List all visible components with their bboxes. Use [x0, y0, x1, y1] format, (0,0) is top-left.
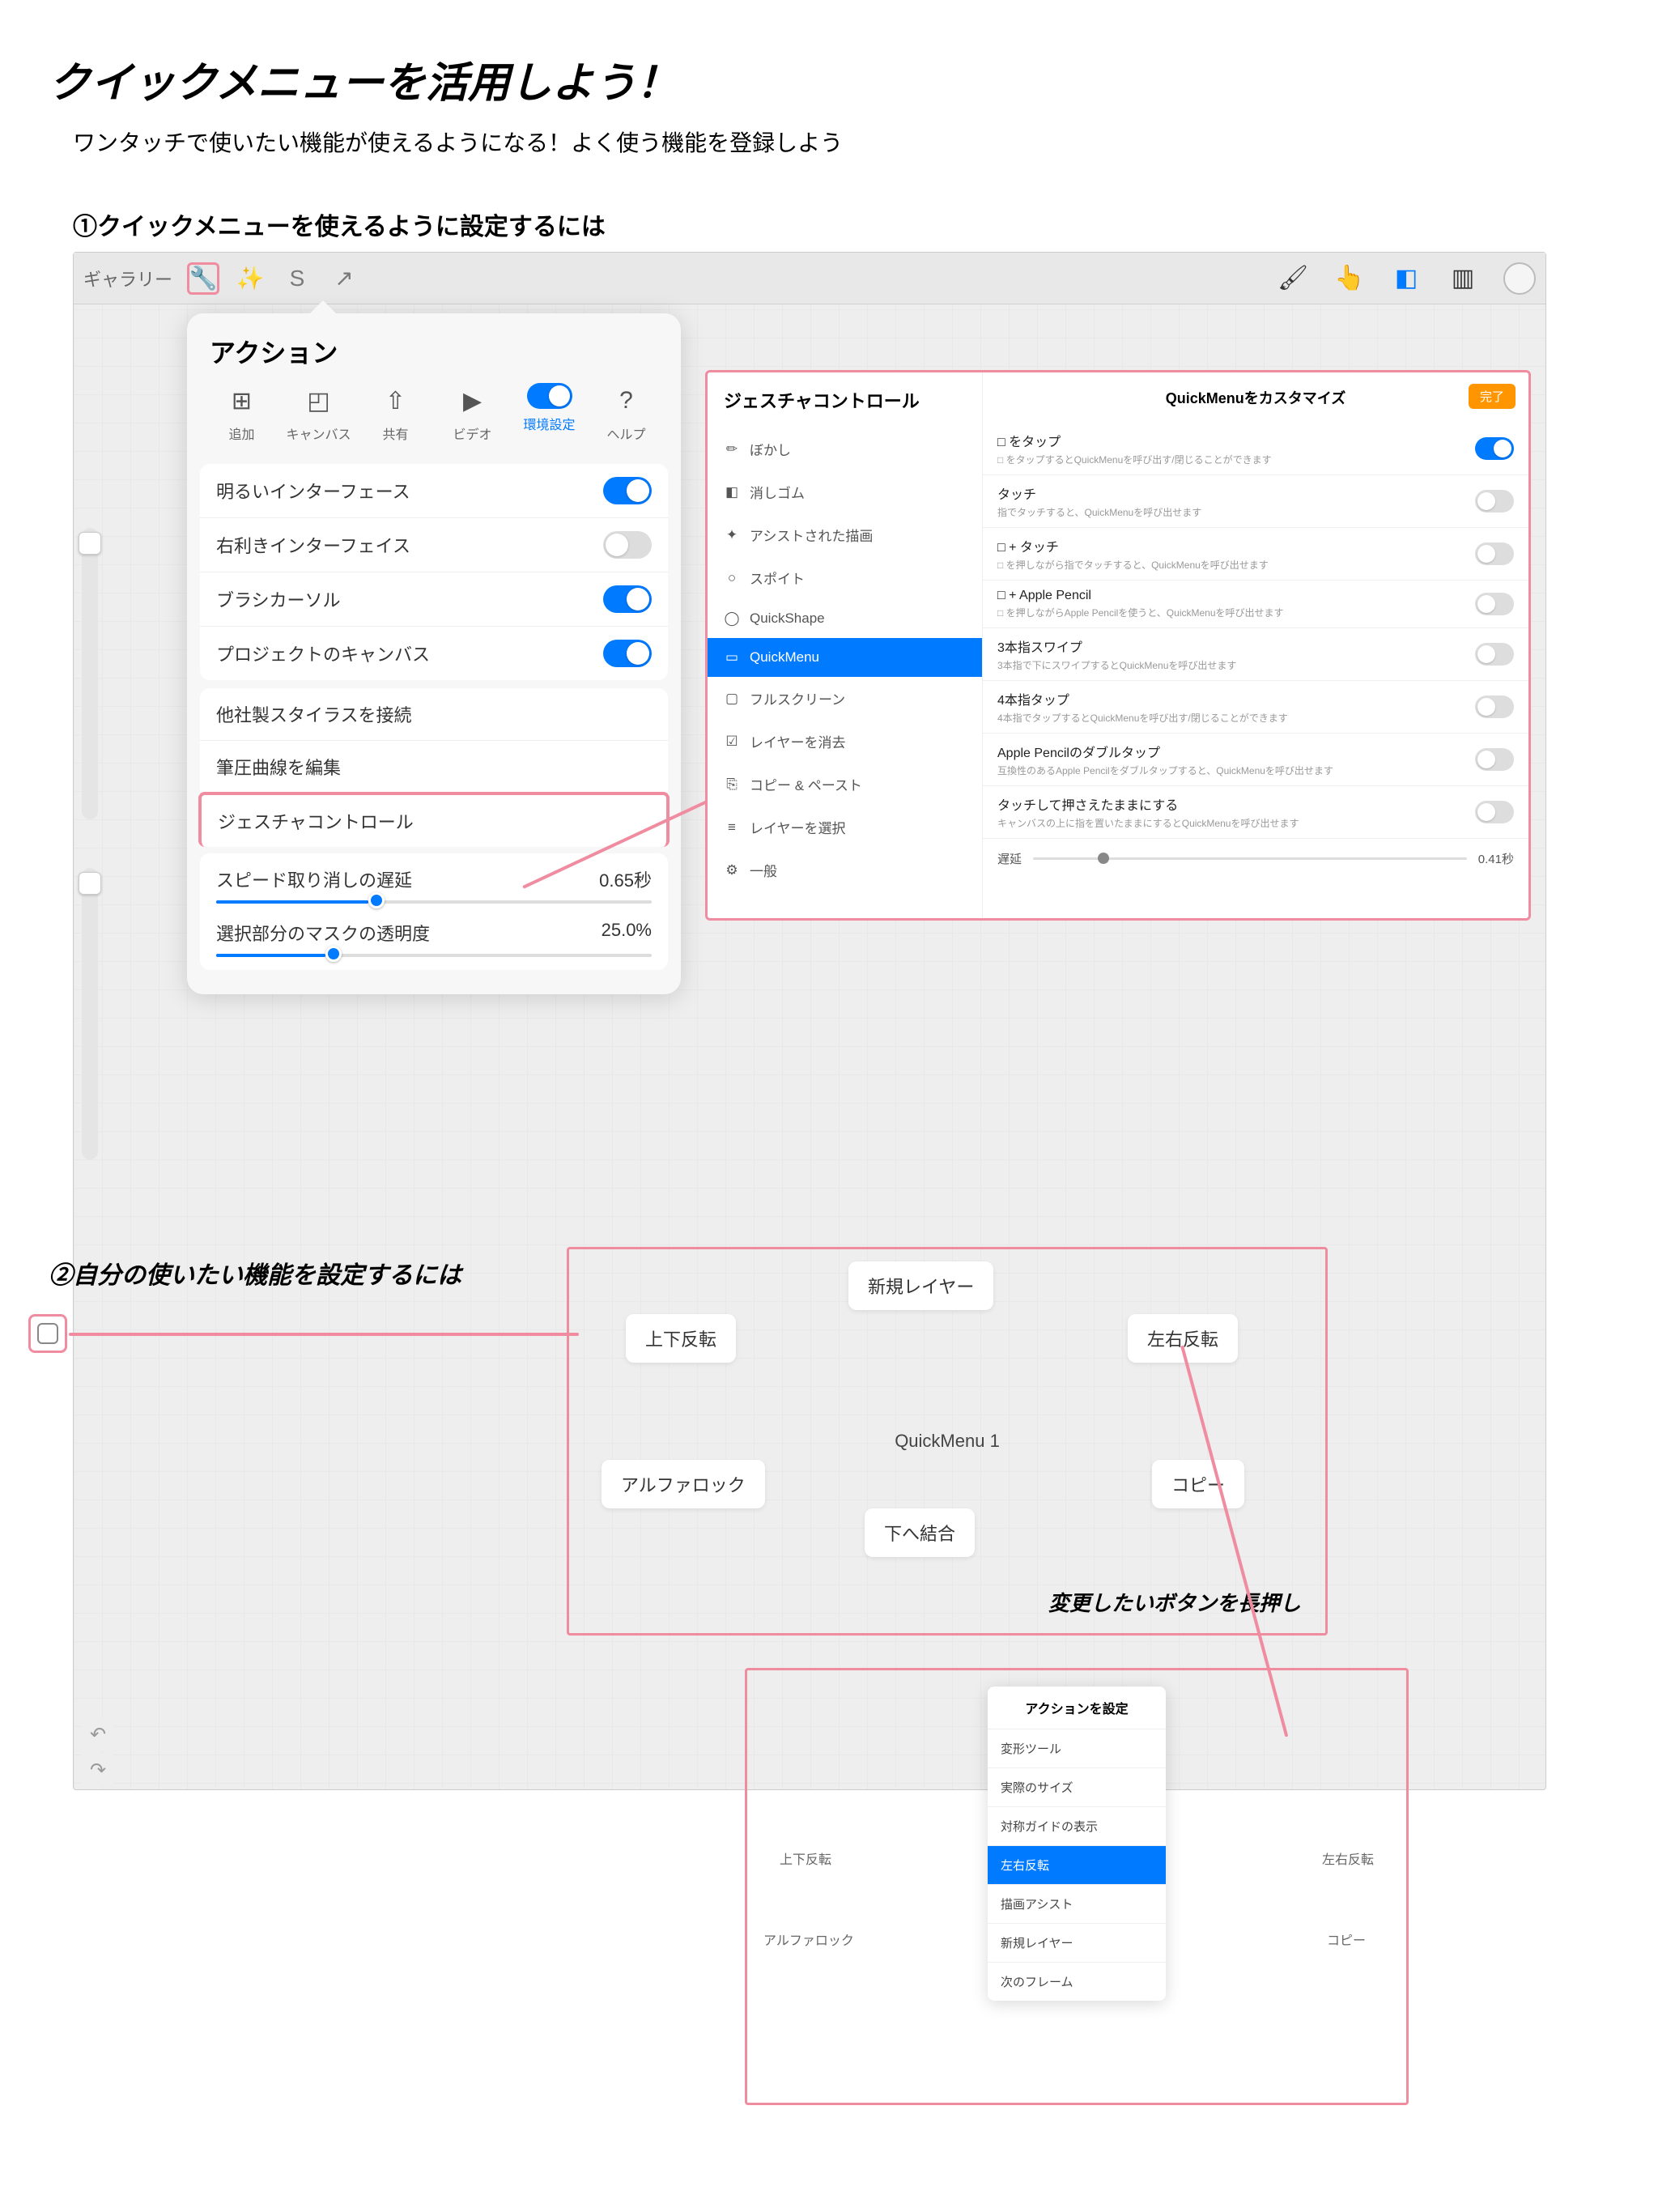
al-newlayer[interactable]: 新規レイヤー — [988, 1923, 1166, 1962]
aa-flipv: 上下反転 — [780, 1848, 831, 1868]
gp-quickshape[interactable]: ◯QuickShape — [708, 599, 982, 638]
gallery-button[interactable]: ギャラリー — [83, 266, 172, 291]
redo-icon[interactable]: ↷ — [82, 1754, 114, 1786]
gp-row-touch: タッチ指でタッチすると、QuickMenuを呼び出せます — [983, 475, 1528, 528]
al-transform[interactable]: 変形ツール — [988, 1729, 1166, 1767]
gp-general[interactable]: ⚙一般 — [708, 849, 982, 891]
actions-popover: アクション ⊞追加 ◰キャンバス ⇧共有 ▶ビデオ 環境設定 ?ヘルプ 明るいイ… — [187, 313, 681, 994]
gp-fullscreen[interactable]: ▢フルスクリーン — [708, 677, 982, 720]
toggle-tap4[interactable] — [1475, 696, 1514, 718]
gp-row-sqtouch: □ + タッチ□ を押しながら指でタッチすると、QuickMenuを呼び出せます — [983, 528, 1528, 581]
color-picker[interactable] — [1503, 262, 1536, 295]
tab-canvas[interactable]: ◰キャンバス — [287, 383, 351, 443]
undo-icon[interactable]: ↶ — [82, 1718, 114, 1750]
qm-flipv[interactable]: 上下反転 — [626, 1314, 736, 1363]
gp-quickmenu[interactable]: ▭QuickMenu — [708, 638, 982, 677]
page-subtitle: ワンタッチで使いたい機能が使えるようになる！よく使う機能を登録しよう — [73, 125, 1609, 158]
gp-row-hold: タッチして押さえたままにするキャンバスの上に指を置いたままにするとQuickMe… — [983, 786, 1528, 839]
tab-prefs[interactable]: 環境設定 — [517, 383, 582, 443]
tab-video[interactable]: ▶ビデオ — [440, 383, 505, 443]
al-title: アクションを設定 — [988, 1687, 1166, 1729]
gp-right-title: QuickMenuをカスタマイズ — [1166, 387, 1346, 408]
popover-title: アクション — [187, 313, 681, 383]
section2-label: ②自分の使いたい機能を設定するには — [49, 1255, 461, 1291]
gp-title: ジェスチャコントロール — [708, 372, 982, 428]
done-button[interactable]: 完了 — [1469, 384, 1516, 409]
topbar: ギャラリー 🔧 ✨ S ↗ 🖌 👆 ◧ ▥ — [74, 253, 1545, 304]
row-pressure[interactable]: 筆圧曲線を編集 — [200, 741, 668, 793]
al-assist[interactable]: 描画アシスト — [988, 1884, 1166, 1923]
eraser-icon[interactable]: ◧ — [1390, 262, 1422, 295]
square-button[interactable] — [28, 1314, 67, 1353]
aa-alpha: アルファロック — [763, 1929, 854, 1949]
cursor-icon[interactable]: ↗ — [328, 262, 360, 295]
row-brush: ブラシカーソル — [200, 572, 668, 627]
toggle-dtap[interactable] — [1475, 748, 1514, 771]
toggle-hold[interactable] — [1475, 801, 1514, 823]
gp-row-dtap: Apple Pencilのダブルタップ互換性のあるApple Pencilをダブ… — [983, 734, 1528, 786]
gp-eyedrop[interactable]: ○スポイト — [708, 556, 982, 599]
section1-label: ①クイックメニューを使えるように設定するには — [73, 206, 1609, 242]
toggle-sqtouch[interactable] — [1475, 542, 1514, 565]
qm-name: QuickMenu 1 — [895, 1431, 1000, 1452]
quickmenu-area: QuickMenu 1 上下反転 新規レイヤー 左右反転 アルファロック 下へ結… — [567, 1247, 1328, 1636]
qm-newlayer[interactable]: 新規レイヤー — [848, 1261, 993, 1310]
wrench-icon[interactable]: 🔧 — [187, 262, 219, 295]
row-gesture[interactable]: ジェスチャコントロール — [198, 792, 670, 847]
slider-mask[interactable]: 選択部分のマスクの透明度25.0% — [216, 920, 652, 957]
toggle-touch[interactable] — [1475, 490, 1514, 513]
action-list: アクションを設定 変形ツール 実際のサイズ 対称ガイドの表示 左右反転 描画アシ… — [988, 1687, 1166, 2001]
action-area: 上下反転 左右反転 アルファロック コピー アクションを設定 変形ツール 実際の… — [745, 1668, 1409, 2105]
brush-icon[interactable]: 🖌 — [1277, 262, 1309, 295]
row-light: 明るいインターフェース — [200, 464, 668, 518]
toggle-swipe3[interactable] — [1475, 643, 1514, 666]
tab-help[interactable]: ?ヘルプ — [594, 383, 659, 443]
wand-icon[interactable]: ✨ — [234, 262, 266, 295]
gp-copy[interactable]: ⎘コピー & ペースト — [708, 763, 982, 806]
gp-blur[interactable]: ✏ぼかし — [708, 428, 982, 470]
tab-share[interactable]: ⇧共有 — [363, 383, 428, 443]
row-project: プロジェクトのキャンバス — [200, 627, 668, 680]
aa-fliph: 左右反転 — [1322, 1848, 1374, 1868]
qm-copy[interactable]: コピー — [1152, 1460, 1244, 1508]
al-next[interactable]: 次のフレーム — [988, 1962, 1166, 2001]
arrow-line-2 — [69, 1333, 579, 1336]
gp-row-swipe3: 3本指スワイプ3本指で下にスワイプするとQuickMenuを呼び出せます — [983, 628, 1528, 681]
brush-size-slider[interactable] — [82, 528, 98, 819]
qm-merge[interactable]: 下へ結合 — [865, 1508, 975, 1557]
al-guide[interactable]: 対称ガイドの表示 — [988, 1806, 1166, 1845]
toggle-brush[interactable] — [603, 585, 652, 613]
smudge-icon[interactable]: 👆 — [1333, 262, 1366, 295]
gp-eraser[interactable]: ◧消しゴム — [708, 470, 982, 513]
toggle-light[interactable] — [603, 477, 652, 504]
al-fliph[interactable]: 左右反転 — [988, 1845, 1166, 1884]
layers-icon[interactable]: ▥ — [1447, 262, 1479, 295]
tab-add[interactable]: ⊞追加 — [210, 383, 274, 443]
gp-select[interactable]: ≡レイヤーを選択 — [708, 806, 982, 849]
toggle-tap[interactable] — [1475, 437, 1514, 460]
gp-assist[interactable]: ✦アシストされた描画 — [708, 513, 982, 556]
row-stylus[interactable]: 他社製スタイラスを接続 — [200, 688, 668, 741]
toggle-right[interactable] — [603, 531, 652, 559]
row-right: 右利きインターフェイス — [200, 518, 668, 572]
page-title: クイックメニューを活用しよう！ — [49, 49, 1609, 109]
gp-row-tap4: 4本指タップ4本指でタップするとQuickMenuを呼び出す/閉じることができま… — [983, 681, 1528, 734]
gesture-panel: ジェスチャコントロール ✏ぼかし ◧消しゴム ✦アシストされた描画 ○スポイト … — [705, 370, 1531, 921]
aa-copy: コピー — [1327, 1929, 1366, 1949]
qm-alpha[interactable]: アルファロック — [602, 1460, 765, 1508]
gp-row-tap: □ をタップ□ をタップするとQuickMenuを呼び出す/閉じることができます — [983, 423, 1528, 475]
slider-speed[interactable]: スピード取り消しの遅延0.65秒 — [216, 866, 652, 904]
al-actual[interactable]: 実際のサイズ — [988, 1767, 1166, 1806]
toggle-project[interactable] — [603, 640, 652, 667]
qm-note: 変更したいボタンを長押し — [1048, 1587, 1301, 1617]
toggle-pencil[interactable] — [1475, 593, 1514, 615]
gp-clear[interactable]: ☑レイヤーを消去 — [708, 720, 982, 763]
gp-row-pencil: □ + Apple Pencil□ を押しながらApple Pencilを使うと… — [983, 581, 1528, 628]
opacity-slider[interactable] — [82, 868, 98, 1159]
selection-icon[interactable]: S — [281, 262, 313, 295]
